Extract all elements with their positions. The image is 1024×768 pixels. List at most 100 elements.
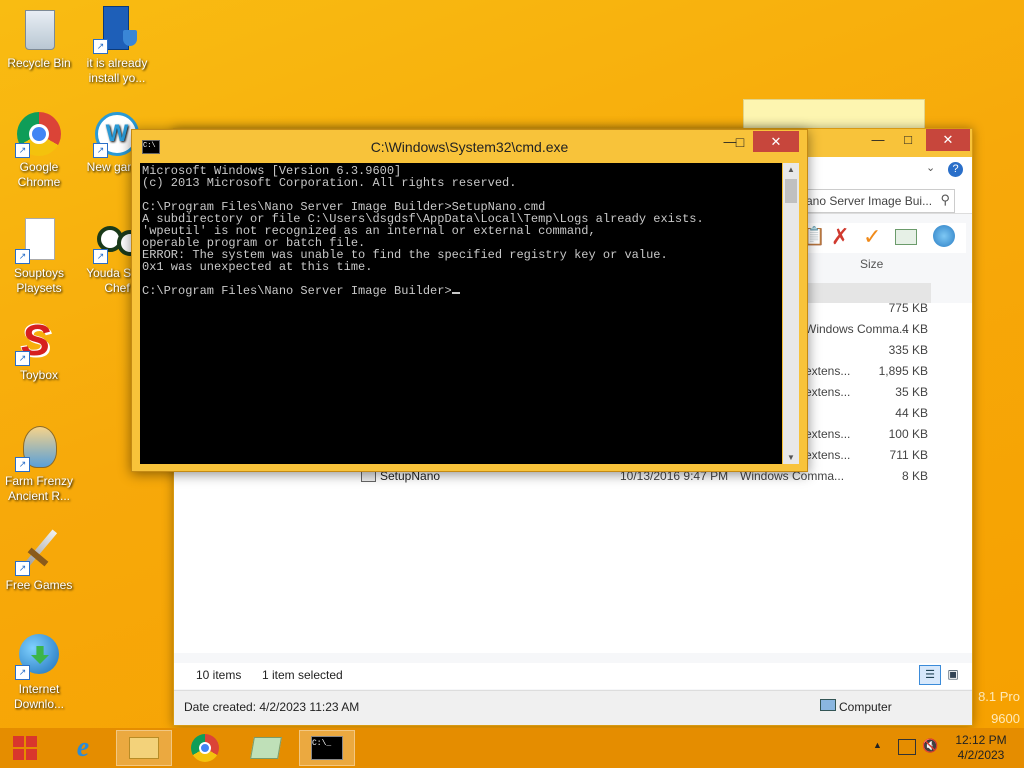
explorer-close-button[interactable]: ✕ xyxy=(926,129,970,151)
taskbar-cmd[interactable]: C:\_ xyxy=(299,730,355,766)
taskbar: e C:\_ ▲ 🔇 12:12 PM 4/2/2023 xyxy=(0,728,1024,768)
shortcut-arrow-icon: ↗ xyxy=(15,351,30,366)
toybox-icon: S ↗ xyxy=(15,318,63,366)
clock[interactable]: 12:12 PM 4/2/2023 xyxy=(948,733,1014,763)
cmd-restore-button[interactable]: □ xyxy=(727,132,753,152)
recycle-bin-icon xyxy=(15,6,63,54)
ribbon-expand-icon[interactable]: ⌄ xyxy=(926,161,935,174)
clock-date: 4/2/2023 xyxy=(957,748,1005,762)
ribbon-toolbar: 📋 ✗ ✓ xyxy=(801,223,966,253)
explorer-status-bar: 10 items 1 item selected ☰ ▣ xyxy=(174,663,972,689)
taskbar-folder[interactable] xyxy=(238,730,294,766)
watermark-line-2: 9600 xyxy=(991,711,1020,726)
folder-icon xyxy=(250,737,282,759)
taskbar-chrome[interactable] xyxy=(177,730,233,766)
console-line: 0x1 was unexpected at this time. xyxy=(142,260,373,274)
file-type: extens... xyxy=(805,448,851,462)
desktop-icon-label: Internet Downlo... xyxy=(13,682,65,711)
document-icon: ↗ xyxy=(15,216,63,264)
explorer-details-bar: Date created: 4/2/2023 11:23 AM Computer xyxy=(174,690,972,725)
desktop-icon-label: Recycle Bin xyxy=(7,56,71,70)
file-type: extens... xyxy=(805,427,851,441)
rename-check-icon[interactable]: ✓ xyxy=(863,224,881,250)
file-size: 775 KB xyxy=(888,301,928,315)
windows-logo-icon xyxy=(13,736,37,760)
cmd-close-button[interactable]: ✕ xyxy=(753,131,799,152)
clock-time: 12:12 PM xyxy=(955,733,1007,747)
item-count: 10 items xyxy=(196,668,242,682)
file-size: 8 KB xyxy=(901,469,928,483)
desktop-icon-2[interactable]: ↗ it is already install yo... xyxy=(78,6,156,86)
shortcut-arrow-icon: ↗ xyxy=(15,249,30,264)
scroll-thumb[interactable] xyxy=(785,179,797,203)
internet-explorer-icon: e xyxy=(76,732,90,763)
chrome-icon: ↗ xyxy=(15,110,63,158)
help-icon[interactable]: ? xyxy=(948,162,963,177)
size-column-header[interactable]: Size xyxy=(860,257,883,271)
file-size: 44 KB xyxy=(895,406,928,420)
scroll-up-arrow-icon[interactable]: ▲ xyxy=(783,165,799,174)
file-type: Windows Comma... xyxy=(805,322,910,336)
taskbar-internet-explorer[interactable]: e xyxy=(55,730,111,766)
shortcut-icon: ↗ xyxy=(93,6,141,54)
delete-icon[interactable]: ✗ xyxy=(831,224,849,250)
file-size: 711 KB xyxy=(889,448,928,462)
desktop-icon-label: it is already install yo... xyxy=(86,56,148,85)
large-icons-view-icon[interactable]: ▣ xyxy=(944,665,962,683)
volume-muted-icon[interactable]: 🔇 xyxy=(922,738,938,754)
properties-icon[interactable] xyxy=(895,229,917,245)
network-tray-icon[interactable] xyxy=(898,739,916,755)
desktop-icon-label: Free Games xyxy=(5,578,73,592)
desktop-icon-8[interactable]: ↗ Farm Frenzy Ancient R... xyxy=(0,424,78,504)
cmd-title: C:\Windows\System32\cmd.exe xyxy=(370,139,569,155)
chrome-taskbar-icon xyxy=(191,734,219,762)
shortcut-arrow-icon: ↗ xyxy=(15,457,30,472)
desktop-icon-label: Toybox xyxy=(19,368,59,382)
search-box[interactable]: ano Server Image Bui... ⚲ xyxy=(803,189,955,213)
selection-count: 1 item selected xyxy=(262,668,343,682)
start-button[interactable] xyxy=(0,730,50,766)
desktop-icon-9[interactable]: ↗ Free Games xyxy=(0,528,78,593)
file-size: 35 KB xyxy=(895,385,928,399)
watermark-line-1: 8.1 Pro xyxy=(978,689,1020,704)
file-size: 335 KB xyxy=(888,343,928,357)
network-icon[interactable] xyxy=(933,225,955,247)
cmd-console[interactable]: Microsoft Windows [Version 6.3.9600] (c) … xyxy=(140,163,782,464)
details-view-icon[interactable]: ☰ xyxy=(919,665,941,685)
scroll-down-arrow-icon[interactable]: ▼ xyxy=(783,453,799,462)
desktop-icon-10[interactable]: ↗ Internet Downlo... xyxy=(0,632,78,712)
search-icon: ⚲ xyxy=(940,192,950,207)
windows-watermark: 8.1 Pro 9600 xyxy=(974,686,1020,730)
file-type: extens... xyxy=(805,385,851,399)
file-explorer-icon xyxy=(129,737,159,759)
file-size: 1,895 KB xyxy=(878,364,928,378)
taskbar-file-explorer[interactable] xyxy=(116,730,172,766)
cmd-taskbar-icon: C:\_ xyxy=(311,736,343,760)
search-box-text: ano Server Image Bui... xyxy=(806,194,933,208)
desktop-icon-label: Souptoys Playsets xyxy=(13,266,65,295)
desktop-icon-1[interactable]: Recycle Bin xyxy=(0,6,78,71)
desktop-icon-5[interactable]: ↗ Souptoys Playsets xyxy=(0,216,78,296)
cmd-title-bar[interactable]: C:\ C:\Windows\System32\cmd.exe — □ ✕ xyxy=(132,130,807,163)
shortcut-arrow-icon: ↗ xyxy=(15,143,30,158)
cmd-scrollbar[interactable]: ▲ ▼ xyxy=(783,163,799,464)
console-line: (c) 2013 Microsoft Corporation. All righ… xyxy=(142,176,517,190)
explorer-maximize-button[interactable]: □ xyxy=(894,129,922,151)
shortcut-arrow-icon: ↗ xyxy=(15,561,30,576)
desktop-icon-7[interactable]: S ↗ Toybox xyxy=(0,318,78,383)
date-created: Date created: 4/2/2023 11:23 AM xyxy=(184,700,360,714)
sword-icon: ↗ xyxy=(15,528,63,576)
shortcut-arrow-icon: ↗ xyxy=(93,39,108,54)
file-type: extens... xyxy=(805,364,851,378)
computer-label: Computer xyxy=(839,700,892,714)
shortcut-arrow-icon: ↗ xyxy=(93,143,108,158)
tray-expand-icon[interactable]: ▲ xyxy=(873,740,882,750)
desktop-icon-label: Google Chrome xyxy=(17,160,61,189)
shortcut-arrow-icon: ↗ xyxy=(93,249,108,264)
computer-icon xyxy=(820,699,836,711)
cmd-window[interactable]: C:\ C:\Windows\System32\cmd.exe — □ ✕ Mi… xyxy=(131,129,808,472)
shortcut-arrow-icon: ↗ xyxy=(15,665,30,680)
farm-frenzy-icon: ↗ xyxy=(15,424,63,472)
desktop-icon-3[interactable]: ↗ Google Chrome xyxy=(0,110,78,190)
explorer-minimize-button[interactable]: — xyxy=(864,129,892,151)
